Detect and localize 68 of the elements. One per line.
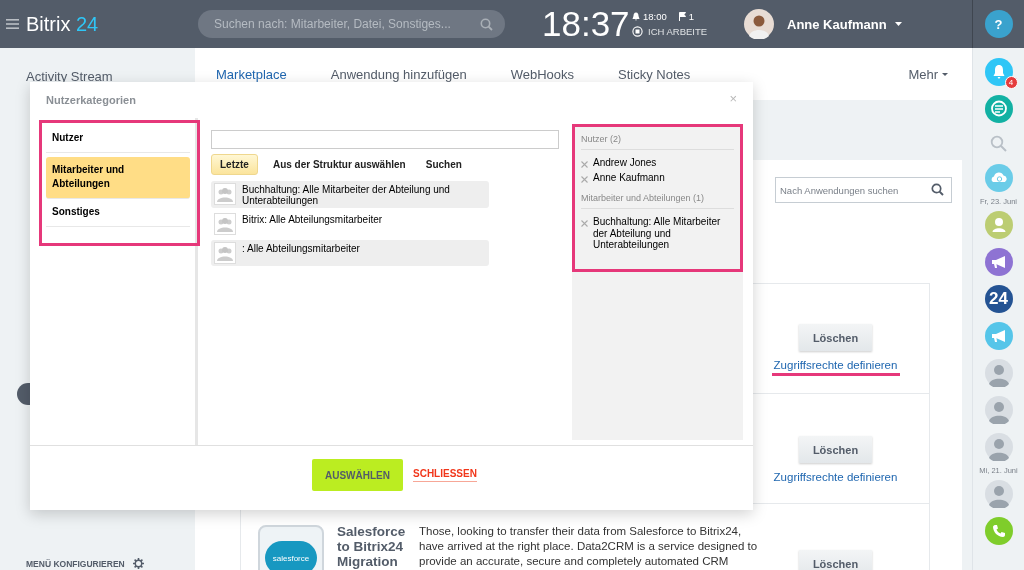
- remove-icon[interactable]: [581, 161, 588, 168]
- selected-item: Andrew Jones: [593, 157, 657, 169]
- more-menu[interactable]: Mehr: [908, 66, 938, 82]
- input-field[interactable]: [211, 130, 559, 149]
- remove-icon[interactable]: [581, 220, 588, 227]
- result-label: Buchhaltung: Alle Mitarbeiter der Abteilung und Unterabteilungen: [242, 184, 451, 206]
- clock: 18:37: [542, 4, 630, 44]
- megaphone-icon[interactable]: [984, 248, 1013, 276]
- selected-item: Buchhaltung: Alle Mitarbeiter der Abteilung und Unterabteilungen: [593, 216, 722, 251]
- work-status[interactable]: ICH ARBEITE: [632, 26, 744, 37]
- result-item[interactable]: : Alle Abteilungsmitarbeiter: [211, 240, 489, 266]
- remove-icon[interactable]: [581, 175, 588, 183]
- search-field[interactable]: Nach Anwendungen suchen: [775, 177, 952, 203]
- search-field[interactable]: Suchen nach: Mitarbeiter, Datei, Sonstiges...: [198, 10, 505, 38]
- tab[interactable]: Marketplace: [216, 66, 287, 82]
- result-item[interactable]: Buchhaltung: Alle Mitarbeiter der Abteilung und Unterabteilungen: [211, 181, 489, 208]
- cloud-icon[interactable]: [984, 164, 1013, 192]
- caret-icon[interactable]: [894, 22, 902, 26]
- menu-icon[interactable]: [6, 19, 19, 29]
- tab[interactable]: Letzte: [211, 154, 258, 175]
- logo[interactable]: Bitrix 24: [26, 12, 99, 36]
- flag-count: 1: [688, 11, 695, 22]
- category-item[interactable]: Mitarbeiter und Abteilungen: [46, 157, 190, 199]
- app-icon[interactable]: 24: [984, 285, 1013, 313]
- tab[interactable]: WebHooks: [510, 66, 575, 82]
- delete-button[interactable]: Löschen: [799, 550, 872, 570]
- tab[interactable]: Aus der Struktur auswählen: [267, 154, 411, 175]
- flag-icon: [678, 12, 686, 21]
- search-icon: [480, 18, 493, 31]
- group-icon: [214, 183, 236, 205]
- category-item[interactable]: Sonstiges: [46, 199, 190, 227]
- access-rights-link[interactable]: Zugriffsrechte definieren: [773, 471, 898, 483]
- result-label: : Alle Abteilungsmitarbeiter: [242, 243, 360, 254]
- record-icon: [632, 26, 643, 37]
- access-rights-link[interactable]: Zugriffsrechte definieren: [773, 359, 898, 371]
- search-icon[interactable]: [931, 183, 944, 196]
- app-title: Salesforce to Bitrix24 Migration: [337, 524, 407, 569]
- selected-item: Anne Kaufmann: [593, 171, 665, 183]
- bell-icon: [632, 12, 640, 21]
- megaphone-icon[interactable]: [984, 322, 1013, 350]
- bell-icon[interactable]: [984, 58, 1013, 86]
- tab[interactable]: Anwendung hinzufügen: [330, 66, 467, 82]
- result-label: Bitrix: Alle Abteilungsmitarbeiter: [242, 214, 383, 225]
- delete-button[interactable]: Löschen: [799, 436, 872, 463]
- user-name[interactable]: Anne Kaufmann: [787, 16, 887, 32]
- group-heading: Nutzer (2): [581, 134, 734, 150]
- configure-menu-link[interactable]: MENÜ KONFIGURIEREN: [26, 558, 125, 569]
- caret-icon[interactable]: [942, 72, 948, 76]
- user-avatar[interactable]: [744, 9, 774, 39]
- dialog-title: Nutzerkategorien: [46, 94, 136, 106]
- result-item[interactable]: Bitrix: Alle Abteilungsmitarbeiter: [211, 211, 489, 237]
- app-logo: salesforce: [258, 525, 324, 570]
- tab[interactable]: Suchen: [420, 154, 467, 175]
- person-icon[interactable]: [984, 211, 1013, 239]
- tab[interactable]: Sticky Notes: [618, 66, 691, 82]
- close-link[interactable]: SCHLIESSEN: [413, 468, 477, 482]
- phone-icon[interactable]: [984, 517, 1013, 545]
- chat-icon[interactable]: [984, 95, 1013, 123]
- app-description: Those, looking to transfer their data from Salesforce to Bitrix24, have arrived at the right place. Data2CRM is a service designed to provide an accurate, secure and completely automated CRM: [419, 524, 759, 569]
- group-icon: [214, 213, 236, 235]
- settings-icon[interactable]: [132, 558, 144, 569]
- counter-badge: [17, 383, 30, 406]
- delete-button[interactable]: Löschen: [799, 324, 872, 351]
- group-heading: Mitarbeiter und Abteilungen (1): [581, 193, 734, 209]
- group-icon: [214, 242, 236, 264]
- alarm-time: 18:00: [643, 11, 667, 22]
- select-button[interactable]: AUSWÄHLEN: [312, 459, 403, 491]
- category-item[interactable]: Nutzer: [46, 125, 190, 153]
